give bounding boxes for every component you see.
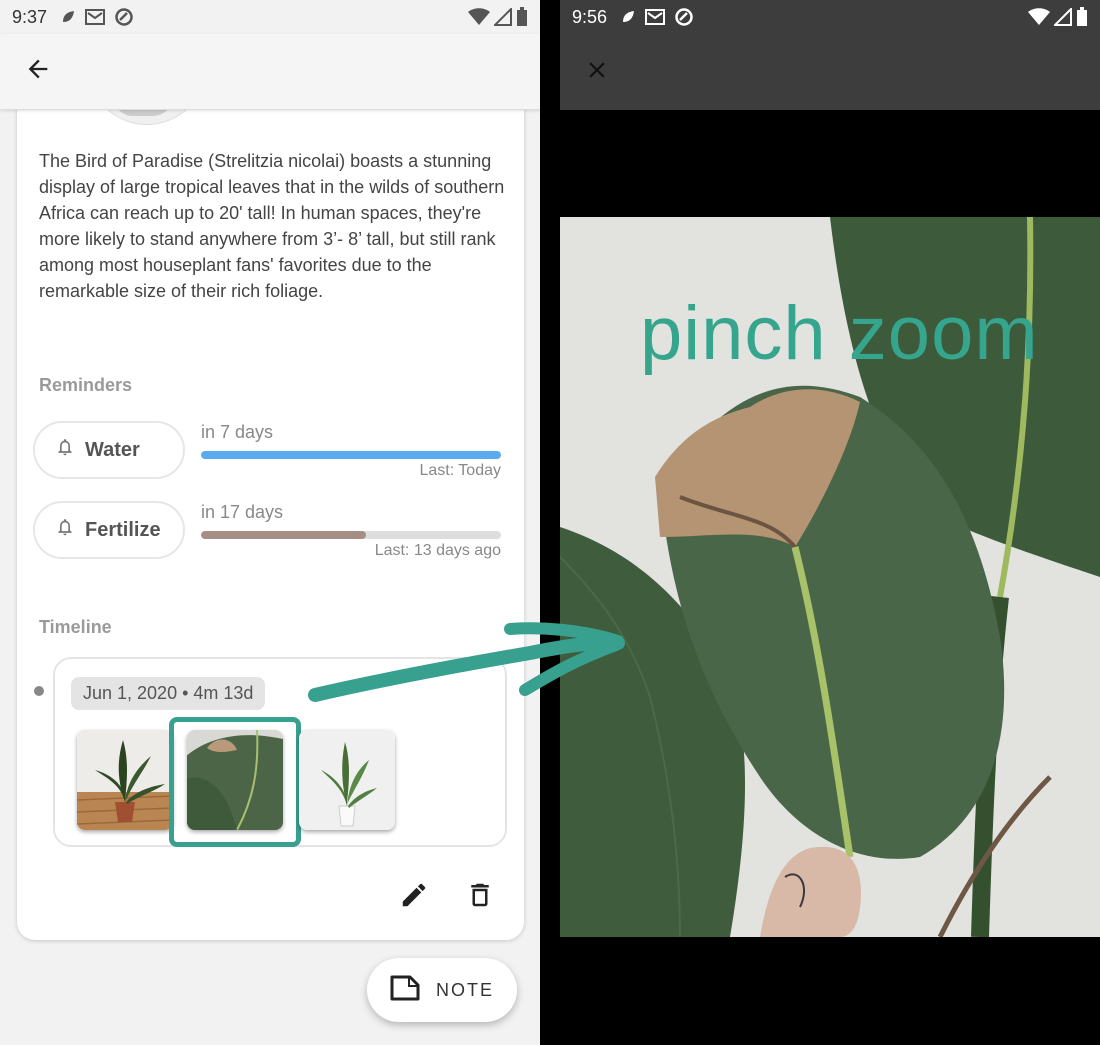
bell-icon bbox=[55, 517, 75, 543]
close-icon[interactable] bbox=[584, 57, 610, 88]
fertilize-progress-bar bbox=[201, 531, 501, 539]
water-progress-fill bbox=[201, 451, 501, 459]
water-due: in 7 days bbox=[201, 422, 274, 442]
timeline-dot bbox=[34, 686, 44, 696]
sync-icon bbox=[675, 8, 693, 26]
fertilize-reminder-button[interactable]: Fertilize bbox=[33, 501, 185, 559]
note-icon bbox=[390, 975, 420, 1006]
selection-highlight bbox=[169, 717, 301, 847]
edit-icon[interactable] bbox=[399, 880, 429, 915]
photo-thumbnail[interactable] bbox=[77, 730, 173, 830]
mail-icon bbox=[85, 9, 106, 25]
photo-thumbnail[interactable] bbox=[299, 730, 395, 830]
leaf-icon bbox=[621, 10, 635, 24]
app-bar bbox=[0, 34, 540, 110]
status-bar: 9:37 bbox=[0, 0, 540, 34]
timeline-date-chip: Jun 1, 2020 • 4m 13d bbox=[71, 677, 266, 710]
sync-icon bbox=[115, 8, 133, 26]
battery-icon bbox=[517, 7, 527, 26]
status-time: 9:56 bbox=[572, 6, 608, 27]
fertilize-progress-fill bbox=[201, 531, 366, 539]
add-note-button[interactable]: NOTE bbox=[367, 958, 517, 1022]
plant-card: The Bird of Paradise (Strelitzia nicolai… bbox=[17, 50, 524, 940]
battery-icon bbox=[1077, 7, 1087, 26]
reminders-heading: Reminders bbox=[39, 375, 133, 395]
water-reminder-button[interactable]: Water bbox=[33, 421, 185, 479]
plant-detail-screen: 9:37 The Bird of Paradise (Strelitzia ni… bbox=[0, 0, 540, 1045]
water-last: Last: Today bbox=[419, 462, 501, 479]
pinch-zoom-caption: pinch zoom bbox=[640, 291, 1039, 376]
leaf-icon bbox=[61, 10, 75, 24]
fertilize-last: Last: 13 days ago bbox=[374, 542, 501, 559]
delete-icon[interactable] bbox=[465, 880, 495, 915]
mail-icon bbox=[645, 9, 666, 25]
status-time: 9:37 bbox=[12, 6, 48, 27]
water-label: Water bbox=[85, 438, 140, 461]
timeline-heading: Timeline bbox=[39, 617, 112, 637]
wifi-icon bbox=[468, 8, 490, 25]
bell-icon bbox=[55, 437, 75, 463]
viewer-toolbar bbox=[560, 34, 1100, 110]
annotation-arrow-icon bbox=[308, 622, 625, 702]
signal-icon bbox=[1054, 8, 1072, 26]
water-progress-bar bbox=[201, 451, 501, 459]
fertilize-due: in 17 days bbox=[201, 502, 284, 522]
wifi-icon bbox=[1028, 8, 1050, 25]
back-arrow-icon[interactable] bbox=[24, 55, 52, 88]
status-bar: 9:56 bbox=[560, 0, 1100, 34]
signal-icon bbox=[494, 8, 512, 26]
fertilize-label: Fertilize bbox=[85, 518, 161, 541]
note-label: NOTE bbox=[435, 979, 494, 1000]
plant-description: The Bird of Paradise (Strelitzia nicolai… bbox=[39, 151, 505, 301]
photo-viewer-screen: 9:56 pinch zoom bbox=[560, 0, 1100, 1045]
